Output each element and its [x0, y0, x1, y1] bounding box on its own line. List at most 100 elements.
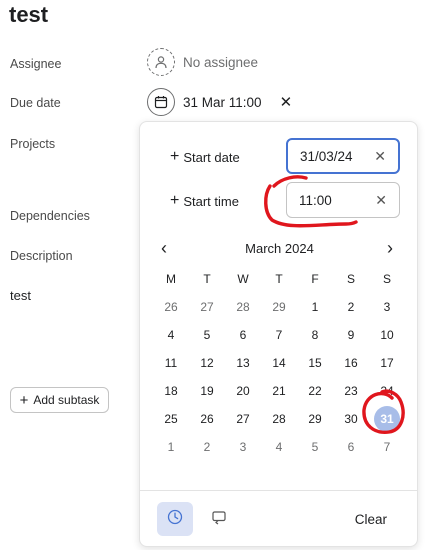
start-date-input[interactable]: [288, 148, 368, 164]
calendar-day-label: 7: [383, 440, 391, 454]
calendar-day[interactable]: 3: [225, 433, 261, 461]
calendar-day[interactable]: 9: [333, 321, 369, 349]
calendar-day[interactable]: 19: [189, 377, 225, 405]
calendar-day-label: 16: [344, 356, 358, 370]
calendar-day[interactable]: 29: [297, 405, 333, 433]
weekday-header: T: [203, 272, 211, 286]
calendar-day[interactable]: 21: [261, 377, 297, 405]
calendar-day-label: 3: [239, 440, 247, 454]
calendar-day-label: 15: [308, 356, 322, 370]
calendar-day-selected[interactable]: 31: [369, 405, 405, 433]
calendar-day[interactable]: 2: [189, 433, 225, 461]
description-text[interactable]: test: [10, 288, 31, 303]
calendar-day-label: 11: [164, 356, 178, 370]
calendar-day[interactable]: 6: [225, 321, 261, 349]
calendar-day[interactable]: 6: [333, 433, 369, 461]
calendar-day-label: 29: [308, 412, 322, 426]
plus-icon: +: [170, 148, 180, 165]
calendar-day[interactable]: 4: [153, 321, 189, 349]
calendar-day[interactable]: 8: [297, 321, 333, 349]
calendar-day-label: 30: [344, 412, 358, 426]
calendar-day-label: 10: [380, 328, 394, 342]
calendar-day[interactable]: 27: [225, 405, 261, 433]
clock-button[interactable]: [157, 502, 193, 536]
calendar-day-label: 5: [311, 440, 319, 454]
calendar-day[interactable]: 27: [189, 293, 225, 321]
calendar-day-label: 20: [236, 384, 250, 398]
start-date-label: Start date: [183, 149, 240, 165]
calendar-day[interactable]: 1: [153, 433, 189, 461]
calendar-day-label: 12: [200, 356, 214, 370]
add-start-time-button[interactable]: + Start time: [170, 193, 239, 209]
calendar-day-label: 6: [347, 440, 355, 454]
repeat-icon: [210, 508, 228, 531]
calendar-day[interactable]: 26: [153, 293, 189, 321]
weekday-header: S: [382, 272, 391, 286]
calendar-day[interactable]: 23: [333, 377, 369, 405]
repeat-button[interactable]: [201, 502, 237, 536]
calendar-day-label: 19: [200, 384, 214, 398]
calendar-day-label: 31: [374, 406, 400, 432]
calendar-day[interactable]: 7: [369, 433, 405, 461]
calendar-day-label: 7: [275, 328, 283, 342]
calendar-day[interactable]: 26: [189, 405, 225, 433]
calendar-day[interactable]: 24: [369, 377, 405, 405]
calendar-day[interactable]: 5: [297, 433, 333, 461]
chevron-right-icon[interactable]: ›: [387, 238, 393, 259]
calendar-day[interactable]: 1: [297, 293, 333, 321]
description-label: Description: [10, 249, 73, 263]
calendar-day[interactable]: 17: [369, 349, 405, 377]
start-time-input[interactable]: [287, 192, 367, 208]
calendar-day-label: 5: [203, 328, 211, 342]
calendar-day[interactable]: 13: [225, 349, 261, 377]
calendar-day[interactable]: 5: [189, 321, 225, 349]
clear-start-time-icon[interactable]: ✕: [375, 192, 387, 209]
due-date-label: Due date: [10, 96, 61, 110]
start-time-box[interactable]: ✕: [286, 182, 400, 218]
clock-icon: [166, 508, 184, 531]
calendar-day[interactable]: 18: [153, 377, 189, 405]
calendar-day[interactable]: 29: [261, 293, 297, 321]
start-time-label: Start time: [183, 193, 239, 209]
calendar-day[interactable]: 16: [333, 349, 369, 377]
add-start-date-button[interactable]: + Start date: [170, 149, 240, 165]
calendar-day-label: 24: [380, 384, 394, 398]
add-subtask-label: Add subtask: [33, 393, 100, 407]
calendar-day[interactable]: 12: [189, 349, 225, 377]
dependencies-label: Dependencies: [10, 209, 90, 223]
calendar-day[interactable]: 22: [297, 377, 333, 405]
weekday-header: W: [237, 272, 249, 286]
clear-button[interactable]: Clear: [355, 512, 387, 527]
calendar-day[interactable]: 7: [261, 321, 297, 349]
calendar-day[interactable]: 28: [261, 405, 297, 433]
add-subtask-button[interactable]: + Add subtask: [10, 387, 109, 413]
divider: [140, 490, 417, 491]
calendar-day[interactable]: 30: [333, 405, 369, 433]
calendar-day-label: 4: [275, 440, 283, 454]
task-title[interactable]: test: [9, 2, 48, 28]
calendar-day[interactable]: 15: [297, 349, 333, 377]
calendar-day[interactable]: 25: [153, 405, 189, 433]
calendar-day[interactable]: 28: [225, 293, 261, 321]
assignee-field[interactable]: No assignee: [147, 48, 258, 76]
calendar-day-label: 3: [383, 300, 391, 314]
calendar-day-label: 9: [347, 328, 355, 342]
start-date-box[interactable]: ✕: [286, 138, 400, 174]
plus-icon: +: [170, 192, 180, 209]
weekday-header: M: [166, 272, 176, 286]
calendar-day-label: 27: [236, 412, 250, 426]
calendar-day-label: 14: [272, 356, 286, 370]
calendar-day[interactable]: 2: [333, 293, 369, 321]
calendar-day[interactable]: 3: [369, 293, 405, 321]
calendar-day-label: 13: [236, 356, 250, 370]
calendar-day[interactable]: 10: [369, 321, 405, 349]
calendar-day-label: 25: [164, 412, 178, 426]
calendar-day[interactable]: 14: [261, 349, 297, 377]
clear-start-date-icon[interactable]: ✕: [374, 148, 386, 165]
calendar-day[interactable]: 4: [261, 433, 297, 461]
assignee-value: No assignee: [183, 54, 259, 70]
calendar-day[interactable]: 11: [153, 349, 189, 377]
calendar-day[interactable]: 20: [225, 377, 261, 405]
clear-due-date-icon[interactable]: ✕: [280, 93, 293, 111]
due-date-field[interactable]: 31 Mar 11:00 ✕: [147, 88, 292, 116]
